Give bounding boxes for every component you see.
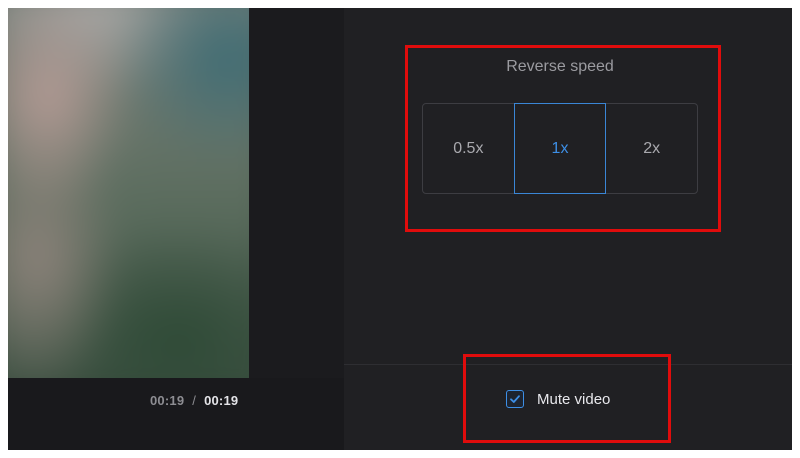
video-letterbox xyxy=(249,8,344,378)
speed-option-2x[interactable]: 2x xyxy=(606,104,697,193)
mute-video-checkbox[interactable] xyxy=(506,390,524,408)
video-preview[interactable] xyxy=(8,8,249,378)
speed-option-1x[interactable]: 1x xyxy=(513,103,607,194)
settings-divider xyxy=(344,364,792,365)
mute-video-control[interactable]: Mute video xyxy=(506,390,610,408)
reverse-speed-selector: 0.5x 1x 2x xyxy=(422,103,698,194)
mute-video-label: Mute video xyxy=(537,390,611,408)
video-panel xyxy=(8,8,344,450)
time-separator: / xyxy=(192,393,197,408)
reverse-speed-title: Reverse speed xyxy=(506,58,614,75)
timecode-bar xyxy=(8,378,344,450)
current-time: 00:19 xyxy=(150,393,185,408)
video-frame-image xyxy=(8,8,249,378)
check-icon xyxy=(510,395,520,403)
speed-option-0-5x[interactable]: 0.5x xyxy=(423,104,514,193)
total-time: 00:19 xyxy=(204,393,239,408)
timecode: 00:19 / 00:19 xyxy=(150,393,238,408)
